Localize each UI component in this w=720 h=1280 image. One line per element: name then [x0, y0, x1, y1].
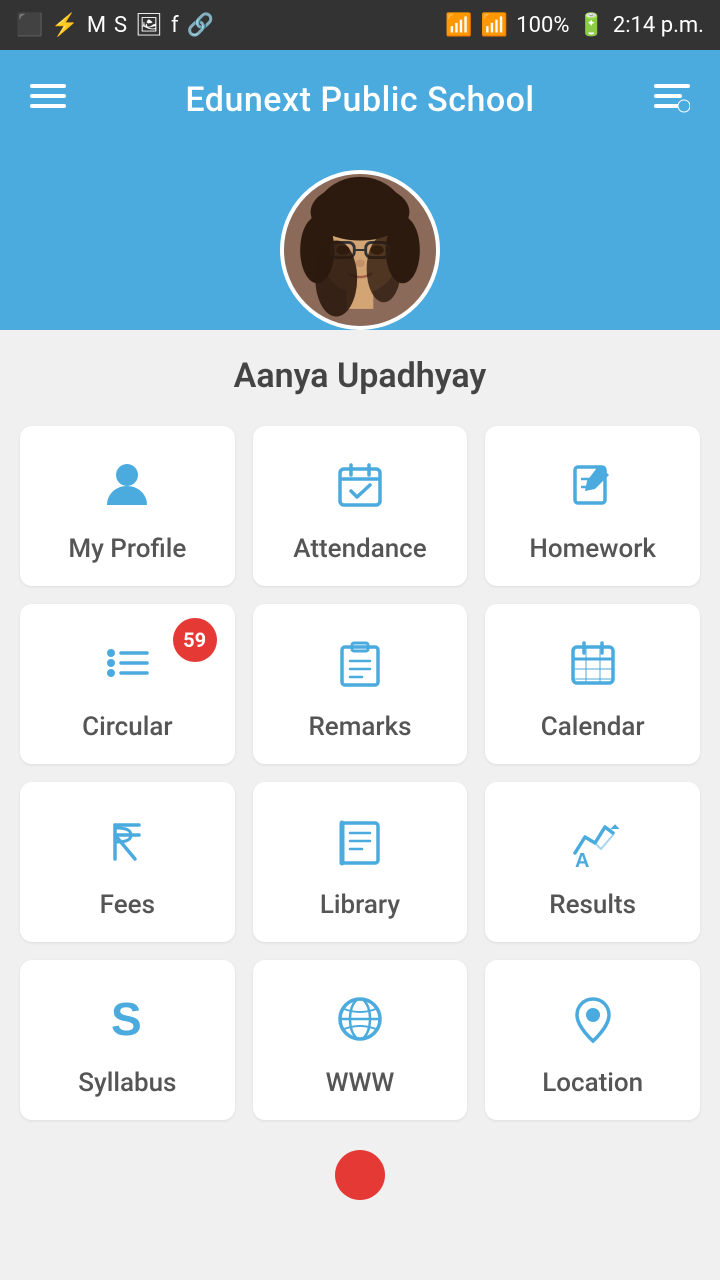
menu-item-results[interactable]: A Results	[485, 782, 700, 942]
menu-item-remarks[interactable]: Remarks	[253, 604, 468, 764]
menu-label-homework: Homework	[529, 534, 656, 564]
gmail-icon: M	[87, 13, 106, 38]
menu-label-www: WWW	[326, 1068, 395, 1098]
battery-icon: 🔋	[577, 13, 604, 38]
list-icon	[101, 637, 153, 698]
menu-item-attendance[interactable]: Attendance	[253, 426, 468, 586]
avatar	[280, 170, 440, 330]
signal-icon: 📶	[481, 13, 508, 38]
menu-label-syllabus: Syllabus	[78, 1068, 176, 1098]
battery-text: 100%	[516, 13, 569, 38]
menu-item-homework[interactable]: Homework	[485, 426, 700, 586]
usb-icon: ⚡	[51, 13, 78, 38]
clipboard-icon	[334, 637, 386, 698]
app-title: Edunext Public School	[185, 80, 534, 120]
menu-label-remarks: Remarks	[308, 712, 411, 742]
menu-grid: My Profile Attendance Homework 59 Circula…	[0, 416, 720, 1140]
wifi-icon: 📶	[445, 13, 472, 38]
menu-label-fees: Fees	[100, 890, 155, 920]
edit-icon	[567, 459, 619, 520]
menu-item-my-profile[interactable]: My Profile	[20, 426, 235, 586]
book-icon	[334, 815, 386, 876]
globe-icon	[334, 993, 386, 1054]
status-left: ⬛ ⚡ M S 🖼 f 🔗	[16, 13, 214, 38]
menu-label-attendance: Attendance	[293, 534, 426, 564]
menu-label-library: Library	[320, 890, 400, 920]
image-icon: 🖼	[135, 13, 163, 38]
s-icon: S	[114, 13, 127, 38]
badge-circular: 59	[173, 618, 217, 662]
svg-text:A: A	[575, 850, 589, 867]
hamburger-menu-icon[interactable]	[30, 78, 66, 123]
S-icon: S	[101, 993, 153, 1054]
menu-label-my-profile: My Profile	[68, 534, 186, 564]
pin-icon	[567, 993, 619, 1054]
profile-section	[0, 150, 720, 330]
menu-label-calendar: Calendar	[541, 712, 645, 742]
bottom-dot	[335, 1150, 385, 1200]
flipboard-icon: f	[171, 13, 179, 38]
menu-item-circular[interactable]: 59 Circular	[20, 604, 235, 764]
menu-item-www[interactable]: WWW	[253, 960, 468, 1120]
menu-label-results: Results	[549, 890, 636, 920]
calendar-check-icon	[334, 459, 386, 520]
link-icon: 🔗	[187, 13, 214, 38]
bottom-hint	[0, 1140, 720, 1204]
status-right: 📶 📶 100% 🔋 2:14 p.m.	[445, 13, 704, 38]
menu-item-fees[interactable]: Fees	[20, 782, 235, 942]
app-header: Edunext Public School	[0, 50, 720, 150]
status-bar: ⬛ ⚡ M S 🖼 f 🔗 📶 📶 100% 🔋 2:14 p.m.	[0, 0, 720, 50]
svg-text:S: S	[111, 993, 142, 1045]
person-icon	[101, 459, 153, 520]
menu-item-calendar[interactable]: Calendar	[485, 604, 700, 764]
menu-label-circular: Circular	[82, 712, 172, 742]
rupee-icon	[101, 815, 153, 876]
calendar-grid-icon	[567, 637, 619, 698]
menu-item-syllabus[interactable]: S Syllabus	[20, 960, 235, 1120]
user-name: Aanya Upadhyay	[234, 356, 487, 396]
time-display: 2:14 p.m.	[613, 13, 704, 38]
menu-label-location: Location	[542, 1068, 643, 1098]
menu-item-library[interactable]: Library	[253, 782, 468, 942]
profile-name-section: Aanya Upadhyay	[0, 330, 720, 416]
notification-icon: ⬛	[16, 13, 43, 38]
list-menu-icon[interactable]	[654, 78, 690, 123]
menu-item-location[interactable]: Location	[485, 960, 700, 1120]
chart-icon: A	[567, 815, 619, 876]
